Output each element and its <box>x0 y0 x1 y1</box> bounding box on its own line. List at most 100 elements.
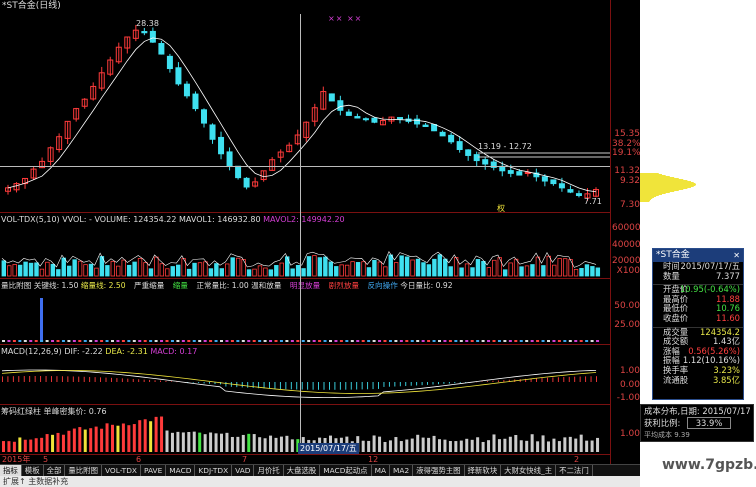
indicator-tab[interactable]: MA <box>372 465 391 476</box>
volume-bar <box>470 267 475 277</box>
volume-bar <box>12 264 17 277</box>
volume-bar <box>590 266 595 277</box>
candle-body <box>422 124 429 127</box>
macd-histogram-bar <box>318 382 319 390</box>
profit-ratio-value: 33.9% <box>687 417 731 429</box>
indicator-tab[interactable]: 指标 <box>0 465 22 476</box>
indicator-tab[interactable]: 全部 <box>44 465 66 476</box>
candle-body <box>354 116 361 119</box>
ratio-bar <box>105 340 109 342</box>
indicator-tab[interactable]: VOL-TDX <box>102 465 141 476</box>
chip-bar <box>574 438 578 452</box>
candle-body <box>166 55 173 70</box>
distribution-bar <box>640 203 649 204</box>
chip-bar <box>230 436 234 452</box>
indicator-tab[interactable]: 液得强势主图 <box>413 465 465 476</box>
macd-histogram-bar <box>7 376 9 382</box>
chip-bar <box>438 439 441 452</box>
macd-histogram-bar <box>585 376 587 382</box>
macd-histogram-bar <box>2 376 3 382</box>
volume-bar <box>137 258 143 277</box>
ratio-bar <box>350 340 354 342</box>
chip-distribution-histogram[interactable] <box>640 100 700 215</box>
indicator-tab[interactable]: KDJ-TDX <box>195 465 233 476</box>
distribution-bar <box>640 192 670 193</box>
candlestick-chart[interactable] <box>0 0 610 212</box>
ratio-bar <box>165 340 169 342</box>
chip-bar <box>247 433 251 452</box>
ratio-bar <box>209 340 213 342</box>
ratio-bar <box>481 340 485 342</box>
volume-bar <box>361 261 366 277</box>
indicator-tab[interactable]: 不二法门 <box>556 465 593 476</box>
volume-bar <box>257 265 263 277</box>
indicator-tab[interactable]: 模板 <box>22 465 44 476</box>
ratio-bar <box>241 340 245 342</box>
chip-bar <box>263 438 267 452</box>
indicator-tab[interactable]: VAD <box>232 465 255 476</box>
macd-histogram-bar <box>225 382 227 387</box>
distribution-bar <box>640 148 643 149</box>
ratio-bar <box>416 340 420 342</box>
ratio-bar <box>160 340 164 342</box>
distribution-bar <box>640 141 644 142</box>
ratio-bar <box>29 340 33 342</box>
macd-histogram-bar <box>72 376 74 382</box>
chip-bar <box>138 420 142 452</box>
volume-bar <box>366 267 372 277</box>
volume-bar <box>502 269 508 277</box>
indicator-tab[interactable]: 择新软块 <box>465 465 502 476</box>
indicator-tab[interactable]: 大财女快线_主 <box>501 465 557 476</box>
macd-histogram-bar <box>83 376 85 382</box>
volume-ratio-chart[interactable] <box>0 278 610 344</box>
macd-axis-label: 0.00 <box>619 380 640 390</box>
ratio-bar <box>263 340 267 342</box>
indicator-tab[interactable]: 大盘选股 <box>284 465 321 476</box>
volume-bar <box>415 258 421 277</box>
chip-bar <box>225 432 229 452</box>
ratio-bar <box>72 340 76 342</box>
indicator-tab[interactable]: 月价托 <box>254 465 284 476</box>
indicator-tab-bar: 指标 模板 全部 量比附图 VOL-TDX PAVE MACD KDJ-TDX VAD 月价托 大盘… <box>0 464 640 476</box>
chip-bar <box>18 437 22 452</box>
chip-bar <box>378 436 382 452</box>
distribution-bar <box>640 200 651 201</box>
volume-bar <box>475 259 481 277</box>
chip-info-window[interactable]: 成本分布,日期: 2015/07/17 获利比例: 33.9% 平均成本 9.3… <box>640 404 754 442</box>
volume-bar <box>530 264 535 277</box>
distribution-bar <box>640 204 649 205</box>
indicator-tab[interactable]: MA2 <box>390 465 414 476</box>
stock-info-window[interactable]: *ST合金 ✕ 时间 2015/07/17/五 数量 7.377 开盘价 10.95(-0… <box>652 248 744 400</box>
macd-histogram-bar <box>269 382 270 389</box>
macd-histogram-bar <box>547 377 548 382</box>
ratio-bar <box>40 340 44 342</box>
candle-body <box>448 134 455 143</box>
volume-bar <box>546 255 551 277</box>
indicator-tab[interactable]: 量比附图 <box>65 465 102 476</box>
chip-bar <box>176 431 180 452</box>
volume-bar <box>263 267 268 277</box>
macd-axis-label: 1.00 <box>619 366 640 376</box>
macd-chart[interactable] <box>0 344 610 404</box>
macd-histogram-bar <box>432 382 434 385</box>
distribution-bar <box>640 159 643 160</box>
chip-bar <box>236 436 240 452</box>
distribution-bar <box>640 174 662 175</box>
ratio-bar <box>470 340 474 342</box>
candle-body <box>201 109 207 124</box>
indicator-tab[interactable]: PAVE <box>141 465 167 476</box>
ratio-bar <box>274 340 278 342</box>
distribution-bar <box>640 120 664 121</box>
ratio-bar <box>448 340 452 342</box>
volume-chart[interactable] <box>0 212 610 278</box>
indicator-tab[interactable]: MACD起动点 <box>320 465 372 476</box>
chip-bar <box>51 434 55 452</box>
ratio-bar <box>192 340 196 342</box>
volume-bar <box>290 268 295 277</box>
volume-bar <box>579 267 584 277</box>
indicator-tab[interactable]: MACD <box>166 465 196 476</box>
ratio-bar <box>220 340 223 342</box>
ratio-bar <box>536 340 540 342</box>
macd-histogram-bar <box>487 381 488 382</box>
chip-bar <box>388 440 392 452</box>
